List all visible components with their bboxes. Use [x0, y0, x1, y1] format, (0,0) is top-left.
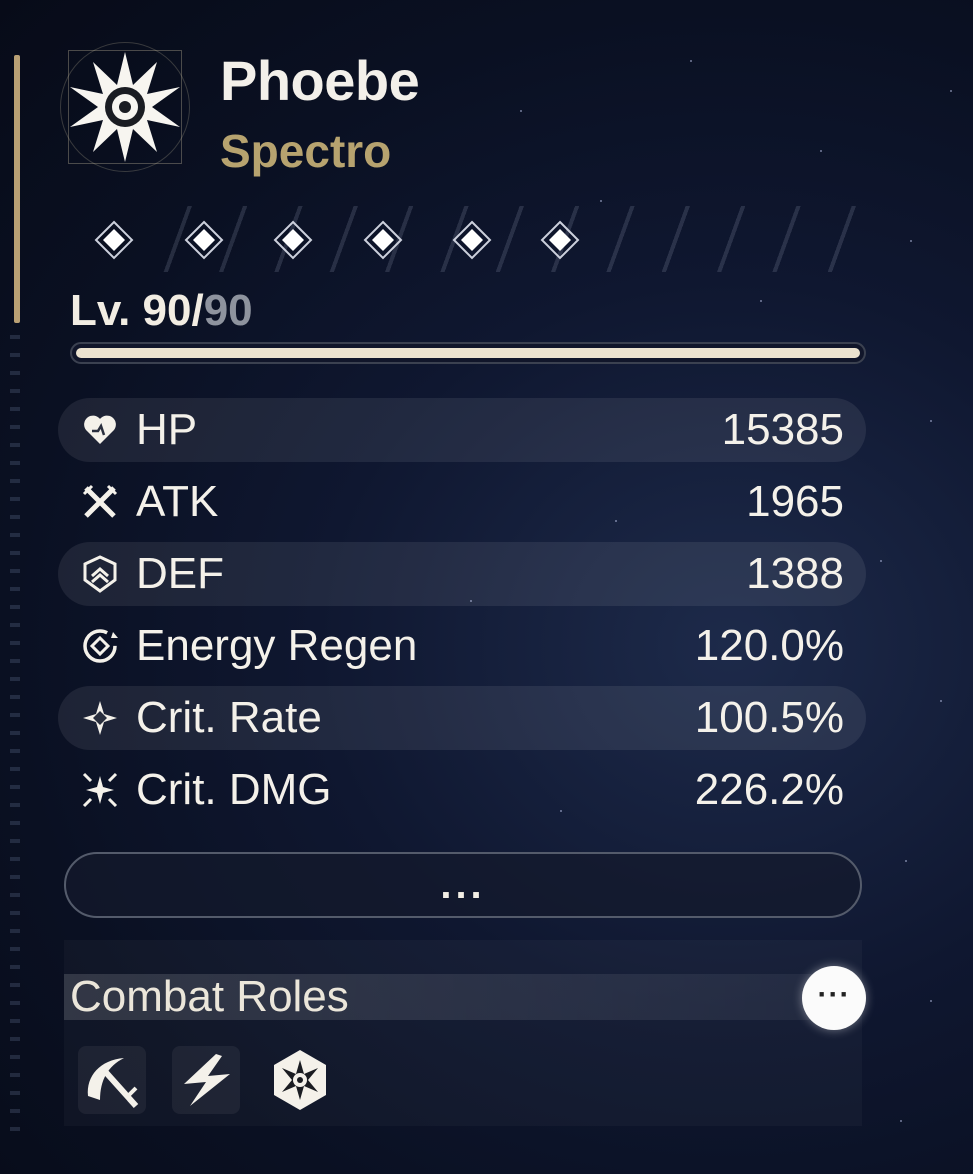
stat-label: Energy Regen [136, 621, 418, 670]
level-max: 90 [203, 286, 253, 335]
stat-value: 120.0% [694, 621, 844, 670]
stats-list: HP 15385 ATK 1965 DEF 1388 Energy Regen … [58, 394, 866, 826]
level-text: Lv. 90/90 [70, 286, 253, 336]
stat-row-crit-rate: Crit. Rate 100.5% [58, 686, 866, 750]
stat-value: 226.2% [694, 765, 844, 814]
more-icon: ··· [817, 978, 851, 1012]
resonance-chain-row [70, 206, 860, 272]
sequence-node-icon [273, 220, 313, 260]
sequence-node-icon [94, 220, 134, 260]
stat-value: 1388 [746, 549, 844, 598]
stat-label: ATK [136, 477, 219, 526]
def-icon [83, 555, 117, 593]
element-name: Spectro [220, 125, 392, 177]
stat-row-energy-regen: Energy Regen 120.0% [58, 610, 866, 682]
more-stats-button[interactable]: ... [64, 852, 862, 918]
combat-roles-title: Combat Roles [70, 972, 349, 1021]
stat-value: 1965 [746, 477, 844, 526]
level-progress-fill [76, 348, 860, 358]
crit-rate-icon [83, 701, 117, 735]
scythe-sword-icon[interactable] [78, 1046, 146, 1114]
energy-regen-icon [83, 629, 118, 663]
lightning-slash-icon[interactable] [172, 1046, 240, 1114]
spectro-hexagon-icon[interactable] [266, 1046, 334, 1114]
stat-row-hp: HP 15385 [58, 398, 866, 462]
level-progress-bar [70, 342, 866, 364]
hp-icon [84, 415, 116, 444]
sequence-node-icon [184, 220, 224, 260]
character-name: Phoebe [220, 49, 420, 112]
side-decoration [10, 335, 20, 1135]
sequence-node-icon [540, 220, 580, 260]
sequence-node-icon [363, 220, 403, 260]
stat-label: Crit. Rate [136, 693, 322, 742]
stat-row-atk: ATK 1965 [58, 466, 866, 538]
combat-roles-more-button[interactable]: ··· [802, 966, 866, 1030]
accent-bar [14, 55, 20, 323]
stat-value: 100.5% [694, 693, 844, 742]
atk-icon [82, 484, 118, 518]
stat-row-crit-dmg: Crit. DMG 226.2% [58, 754, 866, 826]
crit-dmg-icon [82, 772, 118, 808]
stat-label: HP [136, 405, 198, 454]
stat-label: Crit. DMG [136, 765, 332, 814]
stat-value: 15385 [721, 405, 844, 454]
stat-label: DEF [136, 549, 224, 598]
stat-row-def: DEF 1388 [58, 542, 866, 606]
more-stats-label: ... [440, 863, 486, 907]
spectro-icon [60, 42, 190, 172]
sequence-node-icon [452, 220, 492, 260]
level-current: Lv. 90/ [70, 286, 204, 335]
